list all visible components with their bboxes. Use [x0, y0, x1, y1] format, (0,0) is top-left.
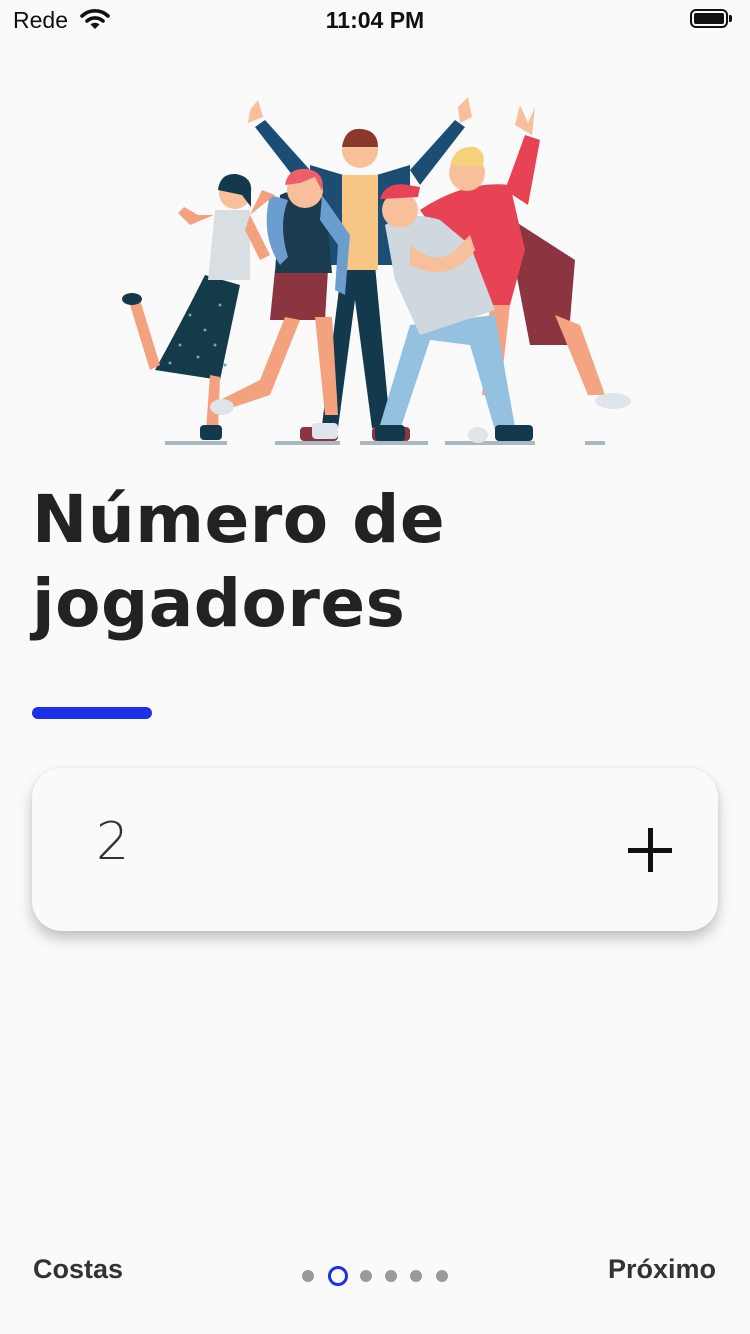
- page-dot: [302, 1270, 314, 1282]
- next-button[interactable]: Próximo: [608, 1254, 716, 1285]
- page-title: Número de jogadores: [32, 481, 446, 642]
- page-dot: [360, 1270, 372, 1282]
- page-dot: [410, 1270, 422, 1282]
- player-count-stepper: 2: [32, 768, 718, 931]
- page-dot: [385, 1270, 397, 1282]
- player-count-value: 2: [96, 812, 130, 872]
- status-bar: Rede 11:04 PM: [0, 0, 750, 40]
- page-dot: [436, 1270, 448, 1282]
- back-button[interactable]: Costas: [33, 1254, 123, 1285]
- clock: 11:04 PM: [325, 7, 425, 33]
- battery-icon: [690, 9, 734, 30]
- page-dot-active: [328, 1266, 348, 1286]
- group-of-friends-illustration: [122, 97, 631, 445]
- plus-icon[interactable]: [620, 820, 680, 880]
- title-accent-bar: [32, 707, 152, 719]
